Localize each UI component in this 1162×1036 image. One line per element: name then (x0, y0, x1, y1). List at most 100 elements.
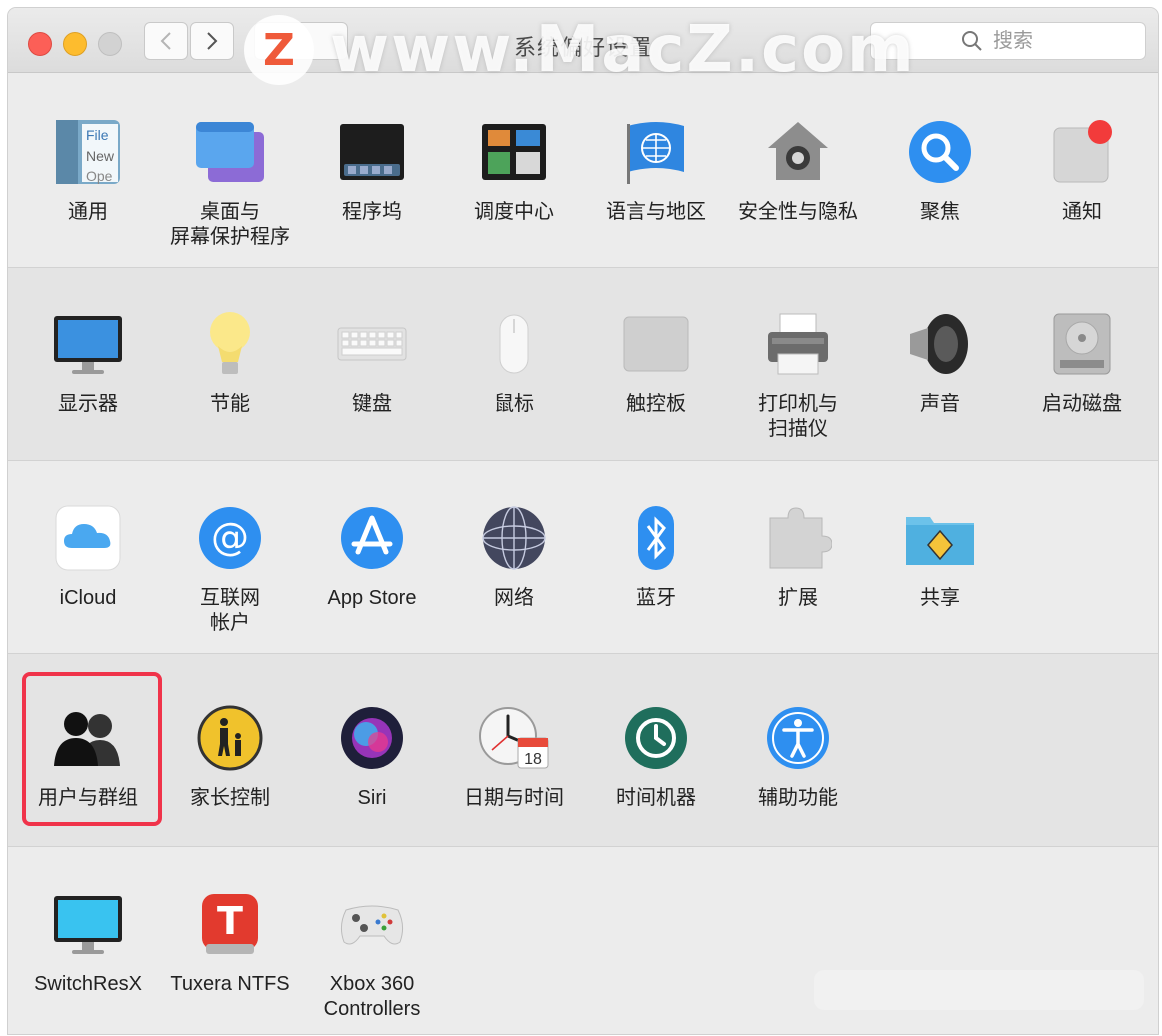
pane-time-machine[interactable]: 时间机器 (586, 700, 726, 811)
pane-label: 蓝牙 (586, 586, 726, 611)
pane-extensions[interactable]: 扩展 (728, 500, 868, 611)
pane-sharing[interactable]: 共享 (870, 500, 1010, 611)
pane-startup-disk[interactable]: 启动磁盘 (1012, 306, 1152, 417)
switchresx-icon (50, 886, 126, 962)
system-preferences-window: 系统偏好设置 Z www.MacZ.com File New Ope 通用 (8, 8, 1158, 1034)
pane-sound[interactable]: 声音 (870, 306, 1010, 417)
parental-controls-icon (192, 700, 268, 776)
pane-label: iCloud (18, 586, 158, 611)
network-icon (476, 500, 552, 576)
dock-icon (334, 114, 410, 190)
pane-label: 键盘 (302, 392, 442, 417)
sharing-icon (902, 500, 978, 576)
pane-energy-saver[interactable]: 节能 (160, 306, 300, 417)
pane-desktop-screensaver[interactable]: 桌面与 屏幕保护程序 (160, 114, 300, 250)
pane-parental-controls[interactable]: 家长控制 (160, 700, 300, 811)
display-icon (50, 306, 126, 382)
pane-language-region[interactable]: 语言与地区 (586, 114, 726, 225)
pane-label: 声音 (870, 392, 1010, 417)
svg-text:@: @ (211, 515, 249, 559)
pane-label: 调度中心 (444, 200, 584, 225)
pane-date-time[interactable]: 18 日期与时间 (444, 700, 584, 811)
icloud-icon (50, 500, 126, 576)
pane-label: Tuxera NTFS (160, 972, 300, 997)
extensions-icon (760, 500, 836, 576)
desktop-screensaver-icon (192, 114, 268, 190)
pane-tuxera-ntfs[interactable]: T Tuxera NTFS (160, 886, 300, 997)
trackpad-icon (618, 306, 694, 382)
app-store-icon (334, 500, 410, 576)
pane-label: 网络 (444, 586, 584, 611)
pane-security-privacy[interactable]: 安全性与隐私 (728, 114, 868, 225)
pane-trackpad[interactable]: 触控板 (586, 306, 726, 417)
pane-label: 扩展 (728, 586, 868, 611)
siri-icon (334, 700, 410, 776)
pane-bluetooth[interactable]: 蓝牙 (586, 500, 726, 611)
pane-label: 共享 (870, 586, 1010, 611)
search-input[interactable] (991, 29, 1055, 54)
pane-accessibility[interactable]: 辅助功能 (728, 700, 868, 811)
pane-label: 桌面与 屏幕保护程序 (160, 200, 300, 250)
xbox-controller-icon (334, 886, 410, 962)
pane-label: 家长控制 (160, 786, 300, 811)
pane-label: 节能 (160, 392, 300, 417)
pane-keyboard[interactable]: 键盘 (302, 306, 442, 417)
svg-text:New: New (86, 148, 115, 164)
printer-scanner-icon (760, 306, 836, 382)
security-privacy-icon (760, 114, 836, 190)
pane-displays[interactable]: 显示器 (18, 306, 158, 417)
tuxera-ntfs-icon: T (192, 886, 268, 962)
pane-label: 鼠标 (444, 392, 584, 417)
pane-label: 语言与地区 (586, 200, 726, 225)
pane-label: 时间机器 (586, 786, 726, 811)
language-region-icon (618, 114, 694, 190)
pane-label: App Store (302, 586, 442, 611)
pane-label: 程序坞 (302, 200, 442, 225)
pane-label: 显示器 (18, 392, 158, 417)
calendar-day: 18 (524, 751, 542, 768)
pane-label: 辅助功能 (728, 786, 868, 811)
pane-xbox-controllers[interactable]: Xbox 360 Controllers (302, 886, 442, 1022)
tuxera-letter: T (217, 899, 243, 943)
pane-label: 聚焦 (870, 200, 1010, 225)
keyboard-icon (334, 306, 410, 382)
title-bar: 系统偏好设置 (8, 8, 1158, 73)
pane-internet-accounts[interactable]: @ 互联网 帐户 (160, 500, 300, 636)
pane-label: 通知 (1012, 200, 1152, 225)
energy-saver-icon (192, 306, 268, 382)
pane-siri[interactable]: Siri (302, 700, 442, 811)
search-field[interactable] (870, 22, 1146, 60)
pane-icloud[interactable]: iCloud (18, 500, 158, 611)
pane-spotlight[interactable]: 聚焦 (870, 114, 1010, 225)
notifications-icon (1044, 114, 1120, 190)
pane-general[interactable]: File New Ope 通用 (18, 114, 158, 225)
sound-icon (902, 306, 978, 382)
mouse-icon (476, 306, 552, 382)
pane-label: SwitchResX (18, 972, 158, 997)
mission-control-icon (476, 114, 552, 190)
svg-text:File: File (86, 127, 109, 143)
pane-network[interactable]: 网络 (444, 500, 584, 611)
pane-app-store[interactable]: App Store (302, 500, 442, 611)
svg-text:Ope: Ope (86, 168, 113, 184)
pane-label: 触控板 (586, 392, 726, 417)
pane-printers-scanners[interactable]: 打印机与 扫描仪 (728, 306, 868, 442)
startup-disk-icon (1044, 306, 1120, 382)
pane-notifications[interactable]: 通知 (1012, 114, 1152, 225)
pane-mouse[interactable]: 鼠标 (444, 306, 584, 417)
users-groups-highlight (22, 672, 162, 826)
pane-mission-control[interactable]: 调度中心 (444, 114, 584, 225)
pane-label: 通用 (18, 200, 158, 225)
pane-dock[interactable]: 程序坞 (302, 114, 442, 225)
pane-label: 日期与时间 (444, 786, 584, 811)
time-machine-icon (618, 700, 694, 776)
search-icon (961, 30, 983, 52)
pane-label: Siri (302, 786, 442, 811)
pane-label: 互联网 帐户 (160, 586, 300, 636)
pane-switchresx[interactable]: SwitchResX (18, 886, 158, 997)
pane-label: 启动磁盘 (1012, 392, 1152, 417)
general-icon: File New Ope (50, 114, 126, 190)
accessibility-icon (760, 700, 836, 776)
pane-label: 安全性与隐私 (728, 200, 868, 225)
pane-label: 打印机与 扫描仪 (728, 392, 868, 442)
